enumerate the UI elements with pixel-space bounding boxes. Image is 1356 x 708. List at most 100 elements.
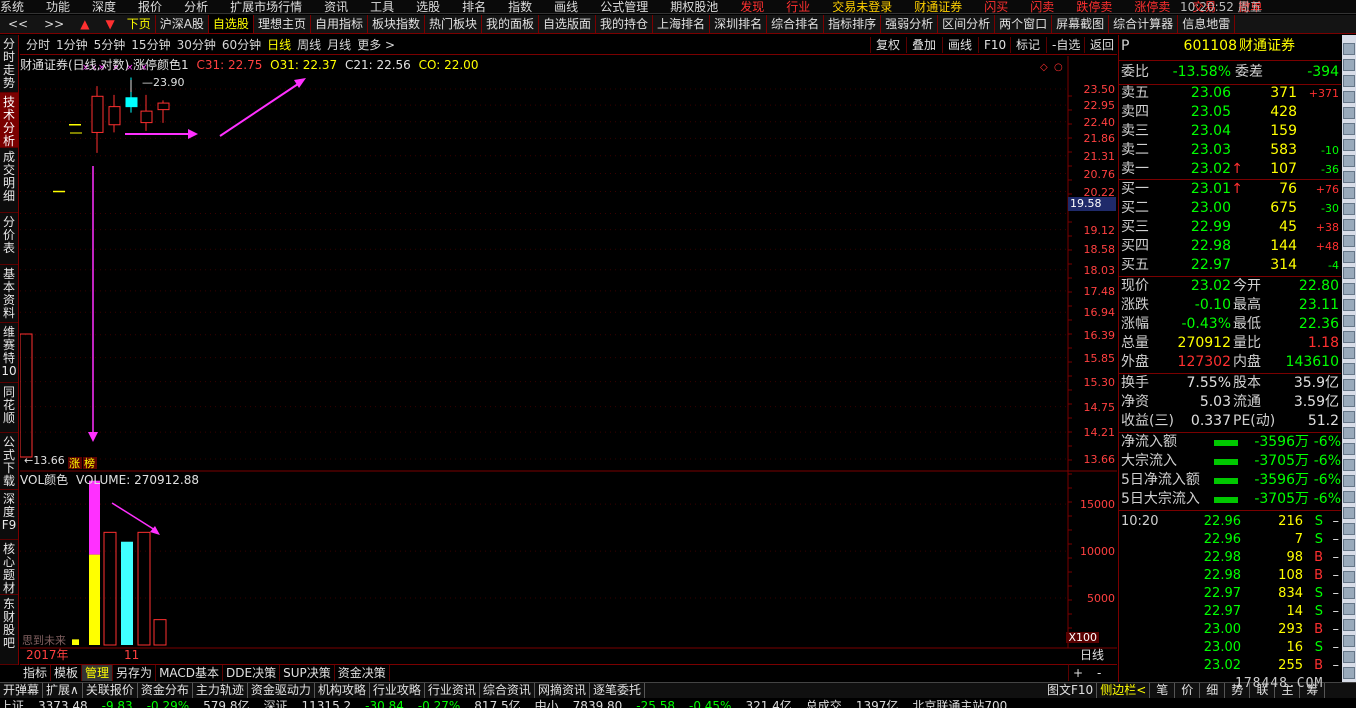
period-button[interactable]: 15分钟	[131, 35, 170, 55]
chart-tool-button[interactable]: 复权	[870, 37, 900, 53]
side-tool-icon[interactable]	[1343, 251, 1355, 263]
left-tab[interactable]: 维赛特10	[0, 323, 18, 383]
toolbar-tab[interactable]: 自用指标	[311, 15, 368, 33]
bottom-bar-button[interactable]: 行业攻略	[370, 683, 425, 698]
chart-tool-button[interactable]: F10	[978, 37, 1006, 53]
zoom-in-button[interactable]: +	[1073, 666, 1083, 680]
menu-item[interactable]: 跌停卖	[1076, 0, 1112, 13]
side-tool-icon[interactable]	[1343, 139, 1355, 151]
indicator-tab[interactable]: 模板	[51, 665, 83, 681]
side-tool-icon[interactable]	[1343, 347, 1355, 359]
side-tool-icon[interactable]	[1343, 91, 1355, 103]
toolbar-tab[interactable]: 自选版面	[539, 15, 597, 33]
indicator-tab[interactable]: DDE决策	[223, 665, 281, 681]
side-panel-button[interactable]: 细	[1200, 683, 1226, 698]
period-button[interactable]: 月线	[327, 35, 351, 55]
menu-item[interactable]: 涨停卖	[1134, 0, 1170, 13]
side-panel-button[interactable]: 图文F10	[1044, 683, 1098, 698]
menu-item[interactable]: 功能	[46, 0, 70, 13]
left-tab[interactable]: 核心题材	[0, 540, 18, 595]
menu-item[interactable]: 排名	[462, 0, 486, 13]
left-tab[interactable]: 基本资料	[0, 265, 18, 323]
side-panel-button[interactable]: 侧边栏<	[1097, 683, 1151, 698]
bottom-bar-button[interactable]: 综合资讯	[480, 683, 535, 698]
side-tool-icon[interactable]	[1343, 155, 1355, 167]
toolbar-tab[interactable]: 强弱分析	[881, 15, 939, 33]
menu-item[interactable]: 工具	[370, 0, 394, 13]
side-tool-icon[interactable]	[1343, 267, 1355, 279]
order-book-row[interactable]: 卖二 23.03 583 -10	[1119, 141, 1341, 160]
side-tool-icon[interactable]	[1343, 123, 1355, 135]
period-button[interactable]: 分时	[26, 35, 50, 55]
toolbar-tab[interactable]: 信息地雷	[1178, 15, 1236, 33]
side-tool-icon[interactable]	[1343, 507, 1355, 519]
menu-item[interactable]: 指数	[508, 0, 532, 13]
toolbar-tab[interactable]: 自选股	[208, 15, 254, 33]
side-tool-icon[interactable]	[1343, 43, 1355, 55]
side-tool-icon[interactable]	[1343, 171, 1355, 183]
indicator-tab[interactable]: 管理	[82, 665, 114, 681]
toolbar-tab[interactable]: 指标排序	[824, 15, 882, 33]
menu-item[interactable]: 公式管理	[600, 0, 648, 13]
period-button[interactable]: 周线	[297, 35, 321, 55]
toolbar-tab[interactable]: 板块指数	[368, 15, 425, 33]
bottom-bar-button[interactable]: 主力轨迹	[193, 683, 248, 698]
menu-item[interactable]: 报价	[138, 0, 162, 13]
side-tool-icon[interactable]	[1343, 667, 1355, 679]
side-panel-button[interactable]: 笔	[1150, 683, 1176, 698]
menu-item[interactable]: 选股	[416, 0, 440, 13]
toolbar-tab[interactable]: 热门板块	[425, 15, 482, 33]
side-tool-icon[interactable]	[1343, 427, 1355, 439]
bottom-bar-button[interactable]: 机构攻略	[315, 683, 370, 698]
side-tool-icon[interactable]	[1343, 635, 1355, 647]
left-tab[interactable]: 公式下载	[0, 433, 18, 490]
order-book-row[interactable]: 卖五 23.06 371 +371	[1119, 84, 1341, 103]
order-book-row[interactable]: 买一 23.01 ↑ 76 +76	[1119, 180, 1341, 199]
menu-item[interactable]: 发现	[740, 0, 764, 13]
bottom-bar-button[interactable]: 行业资讯	[425, 683, 480, 698]
side-tool-icon[interactable]	[1343, 555, 1355, 567]
side-tool-icon[interactable]	[1343, 331, 1355, 343]
period-button[interactable]: 30分钟	[177, 35, 216, 55]
side-tool-icon[interactable]	[1343, 651, 1355, 663]
side-tool-icon[interactable]	[1343, 283, 1355, 295]
side-tool-icon[interactable]	[1343, 299, 1355, 311]
toolbar-tab[interactable]: 理想主页	[254, 15, 311, 33]
order-book-row[interactable]: 买二 23.00 675 -30	[1119, 199, 1341, 218]
toolbar-tab[interactable]: 深圳排名	[710, 15, 768, 33]
toolbar-tab[interactable]: 区间分析	[938, 15, 996, 33]
period-button[interactable]: 日线	[267, 35, 291, 55]
side-tool-icon[interactable]	[1343, 219, 1355, 231]
left-tab[interactable]: 分价表	[0, 213, 18, 265]
side-tool-icon[interactable]	[1343, 459, 1355, 471]
left-tab[interactable]: 分时走势	[0, 35, 18, 93]
menu-item[interactable]: 分析	[184, 0, 208, 13]
toolbar-tab[interactable]: 我的持仓	[596, 15, 654, 33]
menu-item[interactable]: 扩展市场行情	[230, 0, 302, 13]
indicator-tab[interactable]: 资金决策	[335, 665, 390, 681]
side-tool-icon[interactable]	[1343, 315, 1355, 327]
menu-item[interactable]: 闪买	[984, 0, 1008, 13]
chart-tool-button[interactable]: 叠加	[906, 37, 936, 53]
toolbar-tab[interactable]: 综合计算器	[1109, 15, 1179, 33]
kline-chart[interactable]: × × × × × ×—23.90←13.66 涨榜◇ ○思到未来	[20, 56, 1117, 656]
chart-tool-button[interactable]: 画线	[942, 37, 972, 53]
side-tool-icon[interactable]	[1343, 59, 1355, 71]
toolbar-tab[interactable]: 下页	[123, 15, 156, 33]
order-book-row[interactable]: 卖一 23.02 ↑ 107 -36	[1119, 160, 1341, 179]
order-book-row[interactable]: 卖三 23.04 159	[1119, 122, 1341, 141]
bottom-bar-button[interactable]: 扩展∧	[43, 683, 83, 698]
order-book-row[interactable]: 买五 22.97 314 -4	[1119, 256, 1341, 275]
side-panel-button[interactable]: 价	[1175, 683, 1201, 698]
indicator-tab[interactable]: 指标	[20, 665, 52, 681]
side-tool-icon[interactable]	[1343, 411, 1355, 423]
side-tool-icon[interactable]	[1343, 587, 1355, 599]
side-tool-icon[interactable]	[1343, 75, 1355, 87]
left-tab[interactable]: 成交明细	[0, 148, 18, 213]
side-tool-icon[interactable]	[1343, 539, 1355, 551]
side-tool-icon[interactable]	[1343, 379, 1355, 391]
bottom-bar-button[interactable]: 资金驱动力	[248, 683, 315, 698]
menu-item[interactable]: 财通证券	[914, 0, 962, 13]
indicator-tab[interactable]: SUP决策	[280, 665, 335, 681]
bottom-bar-button[interactable]: 资金分布	[138, 683, 193, 698]
